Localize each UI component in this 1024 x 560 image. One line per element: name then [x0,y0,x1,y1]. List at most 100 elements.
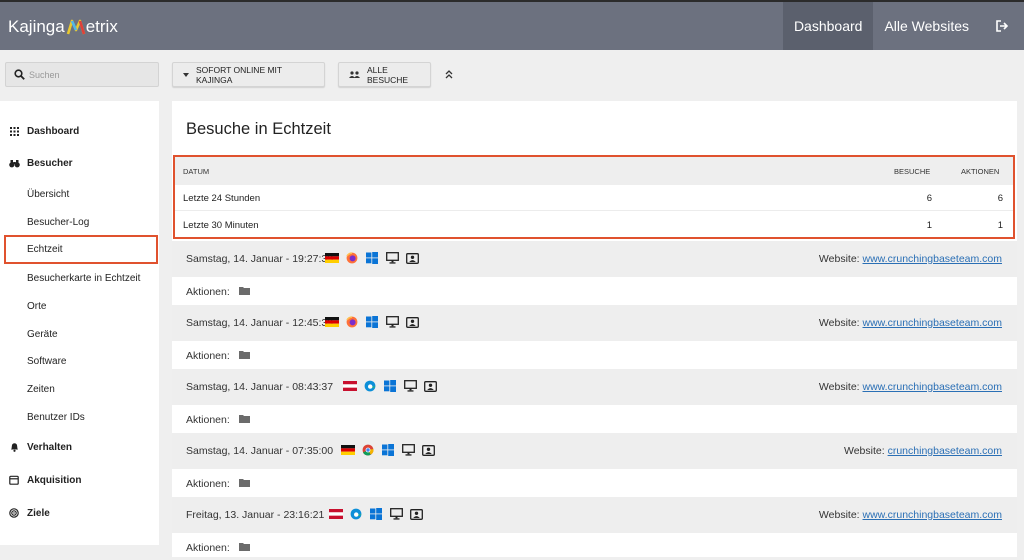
online-with-kajinga-button[interactable]: SOFORT ONLINE MIT KAJINGA [172,62,325,87]
windows-os-icon[interactable] [365,252,379,264]
sidebar-item-orte[interactable]: Orte [0,293,159,319]
folder-icon[interactable] [238,350,250,362]
visit-datetime: Samstag, 14. Januar - 08:43:37 [186,381,334,393]
visit-website: Website: www.crunchingbaseteam.com [819,317,1002,329]
sidebar-item-besucher[interactable]: Besucher [0,150,159,176]
row-aktionen: 6 [997,193,1003,204]
collapse-toggle[interactable] [442,66,456,82]
sidebar-label-akquisition: Akquisition [27,474,82,486]
windows-os-icon[interactable] [381,444,395,456]
visit-icons [343,380,437,392]
binoculars-icon [8,157,20,169]
row-besuche: 6 [926,193,932,204]
sidebar-item-software[interactable]: Software [0,348,159,374]
visit-actions: Aktionen: [186,414,250,426]
sidebar-item-benutzer-ids[interactable]: Benutzer IDs [0,404,159,430]
germany-flag-icon[interactable] [325,316,339,328]
visit-actions: Aktionen: [186,286,250,298]
visit-actions-row: Aktionen: [172,341,1017,369]
sidebar-label-ziele: Ziele [27,507,50,519]
logout-button[interactable] [980,2,1024,50]
visit-header: Samstag, 14. Januar - 08:43:37 Website: w… [172,369,1017,405]
chrome-browser-icon[interactable] [361,444,375,456]
top-bar: Kajinga etrix Dashboard Alle Websites [0,0,1024,50]
search-box [5,62,159,87]
bell-icon [8,441,20,453]
target-icon [8,507,20,519]
sidebar-item-echtzeit[interactable]: Echtzeit [4,235,158,264]
row-besuche: 1 [926,220,932,231]
sidebar-item-besucher-log[interactable]: Besucher-Log [0,209,159,235]
realtime-panel: Besuche in Echtzeit DATUM BESUCHE AKTION… [172,101,1017,557]
desktop-device-icon[interactable] [385,316,399,328]
folder-icon[interactable] [238,542,250,554]
visit-datetime: Samstag, 14. Januar - 07:35:00 [186,445,334,457]
visitor-profile-icon[interactable] [423,380,437,392]
nav-dashboard[interactable]: Dashboard [782,2,874,50]
website-link[interactable]: crunchingbaseteam.com [888,445,1002,457]
actions-label: Aktionen: [186,286,230,298]
website-label: Website: [818,509,860,521]
all-visits-button[interactable]: ALLE BESUCHE [338,62,431,87]
edge-browser-icon[interactable] [363,380,377,392]
windows-os-icon[interactable] [365,316,379,328]
germany-flag-icon[interactable] [325,252,339,264]
visit-icons [325,316,419,328]
app-logo[interactable]: Kajinga etrix [8,16,118,38]
austria-flag-icon[interactable] [329,508,343,520]
summary-header: DATUM BESUCHE AKTIONEN [175,157,1013,185]
visit-actions-row: Aktionen: [172,533,1017,557]
visit-header: Samstag, 14. Januar - 12:45:39 Website: w… [172,305,1017,341]
table-row: Letzte 30 Minuten 1 1 [175,212,1013,238]
sidebar-item-akquisition[interactable]: Akquisition [0,467,159,493]
visit-datetime: Samstag, 14. Januar - 12:45:39 [186,317,334,329]
search-input[interactable] [29,69,149,80]
windows-os-icon[interactable] [369,508,383,520]
desktop-device-icon[interactable] [385,252,399,264]
website-link[interactable]: www.crunchingbaseteam.com [863,381,1002,393]
sidebar-item-ziele[interactable]: Ziele [0,500,159,526]
desktop-device-icon[interactable] [401,444,415,456]
row-label: Letzte 30 Minuten [183,220,259,231]
sidebar-item-dashboard[interactable]: Dashboard [0,118,159,144]
firefox-browser-icon[interactable] [345,252,359,264]
header-datum: DATUM [183,167,210,176]
website-link[interactable]: www.crunchingbaseteam.com [863,253,1002,265]
website-link[interactable]: www.crunchingbaseteam.com [863,509,1002,521]
sidebar-item-verhalten[interactable]: Verhalten [0,434,159,460]
sidebar-item-geraete[interactable]: Geräte [0,321,159,347]
desktop-device-icon[interactable] [389,508,403,520]
website-label: Website: [818,253,860,265]
sidebar-item-besucherkarte[interactable]: Besucherkarte in Echtzeit [0,265,159,291]
windows-os-icon[interactable] [383,380,397,392]
visitor-profile-icon[interactable] [405,252,419,264]
visit-header: Freitag, 13. Januar - 23:16:21 Website: w… [172,497,1017,533]
folder-icon[interactable] [238,414,250,426]
edge-browser-icon[interactable] [349,508,363,520]
sidebar: Dashboard Besucher Übersicht Besucher-Lo… [0,101,159,545]
row-label: Letzte 24 Stunden [183,193,261,204]
calendar-icon [8,474,20,486]
austria-flag-icon[interactable] [343,380,357,392]
website-label: Website: [818,381,860,393]
folder-icon[interactable] [238,286,250,298]
sidebar-label-besucher: Besucher [27,157,73,169]
visitor-profile-icon[interactable] [405,316,419,328]
visitor-profile-icon[interactable] [421,444,435,456]
actions-label: Aktionen: [186,542,230,554]
visit-header: Samstag, 14. Januar - 07:35:00 Website: c… [172,433,1017,469]
header-besuche: BESUCHE [894,167,931,176]
visit-icons [329,508,423,520]
nav-all-websites[interactable]: Alle Websites [873,2,980,50]
desktop-device-icon[interactable] [403,380,417,392]
firefox-browser-icon[interactable] [345,316,359,328]
visitor-profile-icon[interactable] [409,508,423,520]
sidebar-item-uebersicht[interactable]: Übersicht [0,181,159,207]
folder-icon[interactable] [238,478,250,490]
germany-flag-icon[interactable] [341,444,355,456]
sidebar-item-zeiten[interactable]: Zeiten [0,376,159,402]
realtime-summary-table: DATUM BESUCHE AKTIONEN Letzte 24 Stunden… [173,155,1015,239]
website-link[interactable]: www.crunchingbaseteam.com [863,317,1002,329]
visit-actions-row: Aktionen: [172,469,1017,497]
visit-actions: Aktionen: [186,542,250,554]
